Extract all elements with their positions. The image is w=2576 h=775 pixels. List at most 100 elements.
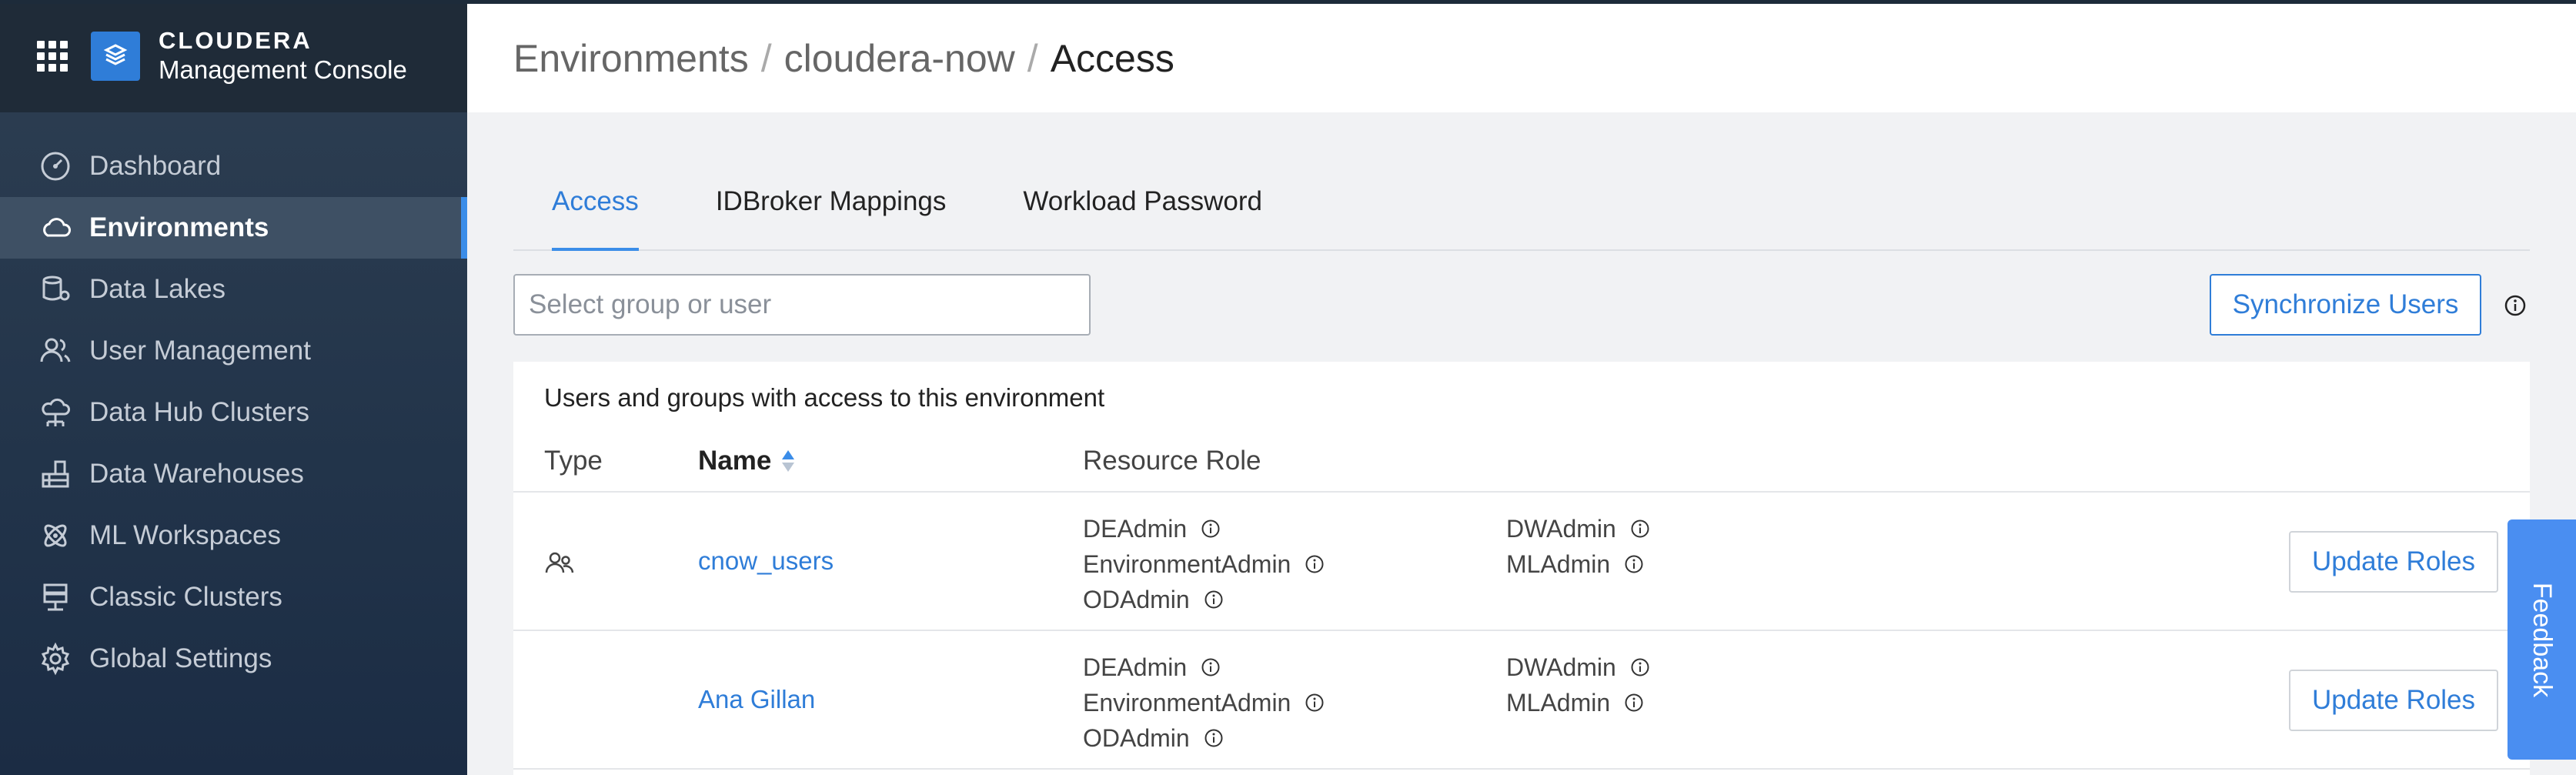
sidebar-item-data-lakes[interactable]: Data Lakes — [0, 259, 467, 320]
role-label: ODAdmin — [1083, 585, 1190, 613]
access-card: Users and groups with access to this env… — [513, 362, 2530, 775]
cloud-tree-icon — [37, 394, 74, 431]
sidebar-item-label: Data Hub Clusters — [89, 397, 309, 427]
brand-bar: CLOUDERA Management Console — [0, 0, 467, 112]
table-row: Ana Gillan DEAdmin EnvironmentAdmin ODAd… — [513, 631, 2530, 770]
users-icon — [37, 332, 74, 369]
breadcrumb-separator: / — [1027, 36, 1038, 80]
sidebar-item-label: Environments — [89, 212, 269, 242]
sidebar-item-data-hub-clusters[interactable]: Data Hub Clusters — [0, 382, 467, 443]
gear-icon — [37, 640, 74, 677]
role-item: ODAdmin — [1083, 720, 1325, 756]
brand-name: CLOUDERA — [159, 27, 312, 55]
dashboard-icon — [37, 148, 74, 185]
role-list: DEAdmin EnvironmentAdmin ODAdmin — [1083, 511, 1325, 617]
info-icon[interactable] — [1305, 554, 1325, 574]
sidebar-item-classic-clusters[interactable]: Classic Clusters — [0, 566, 467, 628]
sidebar-item-global-settings[interactable]: Global Settings — [0, 628, 467, 690]
data-lake-icon — [37, 271, 74, 308]
info-icon[interactable] — [2504, 294, 2527, 317]
role-item: ODAdmin — [1083, 582, 1325, 617]
breadcrumb-current: Access — [1050, 36, 1174, 80]
update-roles-button[interactable]: Update Roles — [2289, 670, 2498, 731]
sidebar-item-environments[interactable]: Environments — [0, 197, 467, 259]
sidebar-nav: Dashboard Environments Data Lakes User M… — [0, 135, 467, 690]
role-list: DWAdmin MLAdmin — [1506, 650, 1650, 720]
feedback-label: Feedback — [2528, 582, 2558, 697]
table-row: cnow_users DEAdmin EnvironmentAdmin ODAd… — [513, 493, 2530, 631]
search-input[interactable] — [513, 274, 1091, 336]
tab-bar: Access IDBroker Mappings Workload Passwo… — [513, 112, 2530, 251]
role-list: DEAdmin EnvironmentAdmin ODAdmin — [1083, 650, 1325, 756]
role-label: DEAdmin — [1083, 653, 1188, 681]
synchronize-users-button[interactable]: Synchronize Users — [2210, 274, 2481, 336]
main-content: Access IDBroker Mappings Workload Passwo… — [513, 112, 2530, 775]
info-icon[interactable] — [1624, 693, 1644, 713]
info-icon[interactable] — [1201, 657, 1221, 677]
sidebar-item-label: Global Settings — [89, 643, 272, 673]
info-icon[interactable] — [1204, 728, 1224, 748]
sidebar-item-ml-workspaces[interactable]: ML Workspaces — [0, 505, 467, 566]
toolbar: Synchronize Users — [513, 251, 2530, 343]
role-label: DWAdmin — [1506, 514, 1616, 543]
atom-icon — [37, 517, 74, 554]
group-icon — [545, 552, 574, 573]
info-icon[interactable] — [1630, 657, 1650, 677]
warehouse-icon — [37, 456, 74, 493]
role-list: DWAdmin MLAdmin — [1506, 511, 1650, 582]
role-item: DWAdmin — [1506, 650, 1650, 685]
info-icon[interactable] — [1305, 693, 1325, 713]
breadcrumb-environments[interactable]: Environments — [513, 36, 749, 81]
role-item: MLAdmin — [1506, 685, 1650, 720]
sidebar-item-label: User Management — [89, 336, 311, 366]
sidebar-item-label: Dashboard — [89, 151, 222, 181]
tab-idbroker-mappings[interactable]: IDBroker Mappings — [716, 186, 947, 249]
role-label: DWAdmin — [1506, 653, 1616, 681]
sidebar-item-label: ML Workspaces — [89, 520, 281, 550]
role-item: MLAdmin — [1506, 546, 1650, 582]
column-type: Type — [544, 446, 603, 476]
role-label: DEAdmin — [1083, 514, 1188, 543]
role-label: EnvironmentAdmin — [1083, 550, 1291, 578]
role-label: ODAdmin — [1083, 723, 1190, 752]
sidebar-item-user-management[interactable]: User Management — [0, 320, 467, 382]
info-icon[interactable] — [1630, 519, 1650, 539]
role-item: EnvironmentAdmin — [1083, 546, 1325, 582]
app-launcher-icon[interactable] — [37, 41, 68, 72]
info-icon[interactable] — [1624, 554, 1644, 574]
table-header: Type Name Resource Role — [513, 431, 2530, 493]
column-name[interactable]: Name — [698, 446, 796, 476]
info-icon[interactable] — [1204, 590, 1224, 610]
row-name-link[interactable]: cnow_users — [698, 546, 834, 576]
feedback-tab[interactable]: Feedback — [2508, 519, 2576, 760]
role-label: EnvironmentAdmin — [1083, 688, 1291, 717]
sidebar-item-label: Classic Clusters — [89, 582, 282, 612]
info-icon[interactable] — [1201, 519, 1221, 539]
sidebar-item-data-warehouses[interactable]: Data Warehouses — [0, 443, 467, 505]
server-icon — [37, 579, 74, 616]
role-item: DEAdmin — [1083, 650, 1325, 685]
sidebar: CLOUDERA Management Console Dashboard En… — [0, 0, 467, 775]
breadcrumb-separator: / — [760, 36, 772, 80]
role-item: DEAdmin — [1083, 511, 1325, 546]
card-title: Users and groups with access to this env… — [544, 383, 1105, 412]
sidebar-item-label: Data Lakes — [89, 274, 226, 304]
breadcrumb-environment-name[interactable]: cloudera-now — [784, 36, 1015, 81]
brand-product: Management Console — [159, 55, 407, 84]
role-item: DWAdmin — [1506, 511, 1650, 546]
column-resource-role: Resource Role — [1083, 446, 1261, 476]
cloudera-logo-icon — [91, 32, 140, 81]
column-name-label: Name — [698, 446, 772, 476]
role-label: MLAdmin — [1506, 688, 1611, 717]
breadcrumb: Environments / cloudera-now / Access — [467, 4, 2576, 112]
sort-ascending-icon[interactable] — [780, 447, 796, 475]
sidebar-item-dashboard[interactable]: Dashboard — [0, 135, 467, 197]
row-name-link[interactable]: Ana Gillan — [698, 685, 815, 714]
top-border — [0, 0, 2576, 4]
tab-workload-password[interactable]: Workload Password — [1023, 186, 1262, 249]
update-roles-button[interactable]: Update Roles — [2289, 531, 2498, 593]
tab-access[interactable]: Access — [552, 186, 639, 251]
role-label: MLAdmin — [1506, 550, 1611, 578]
sidebar-item-label: Data Warehouses — [89, 459, 304, 489]
brand-title[interactable]: CLOUDERA Management Console — [159, 28, 407, 83]
